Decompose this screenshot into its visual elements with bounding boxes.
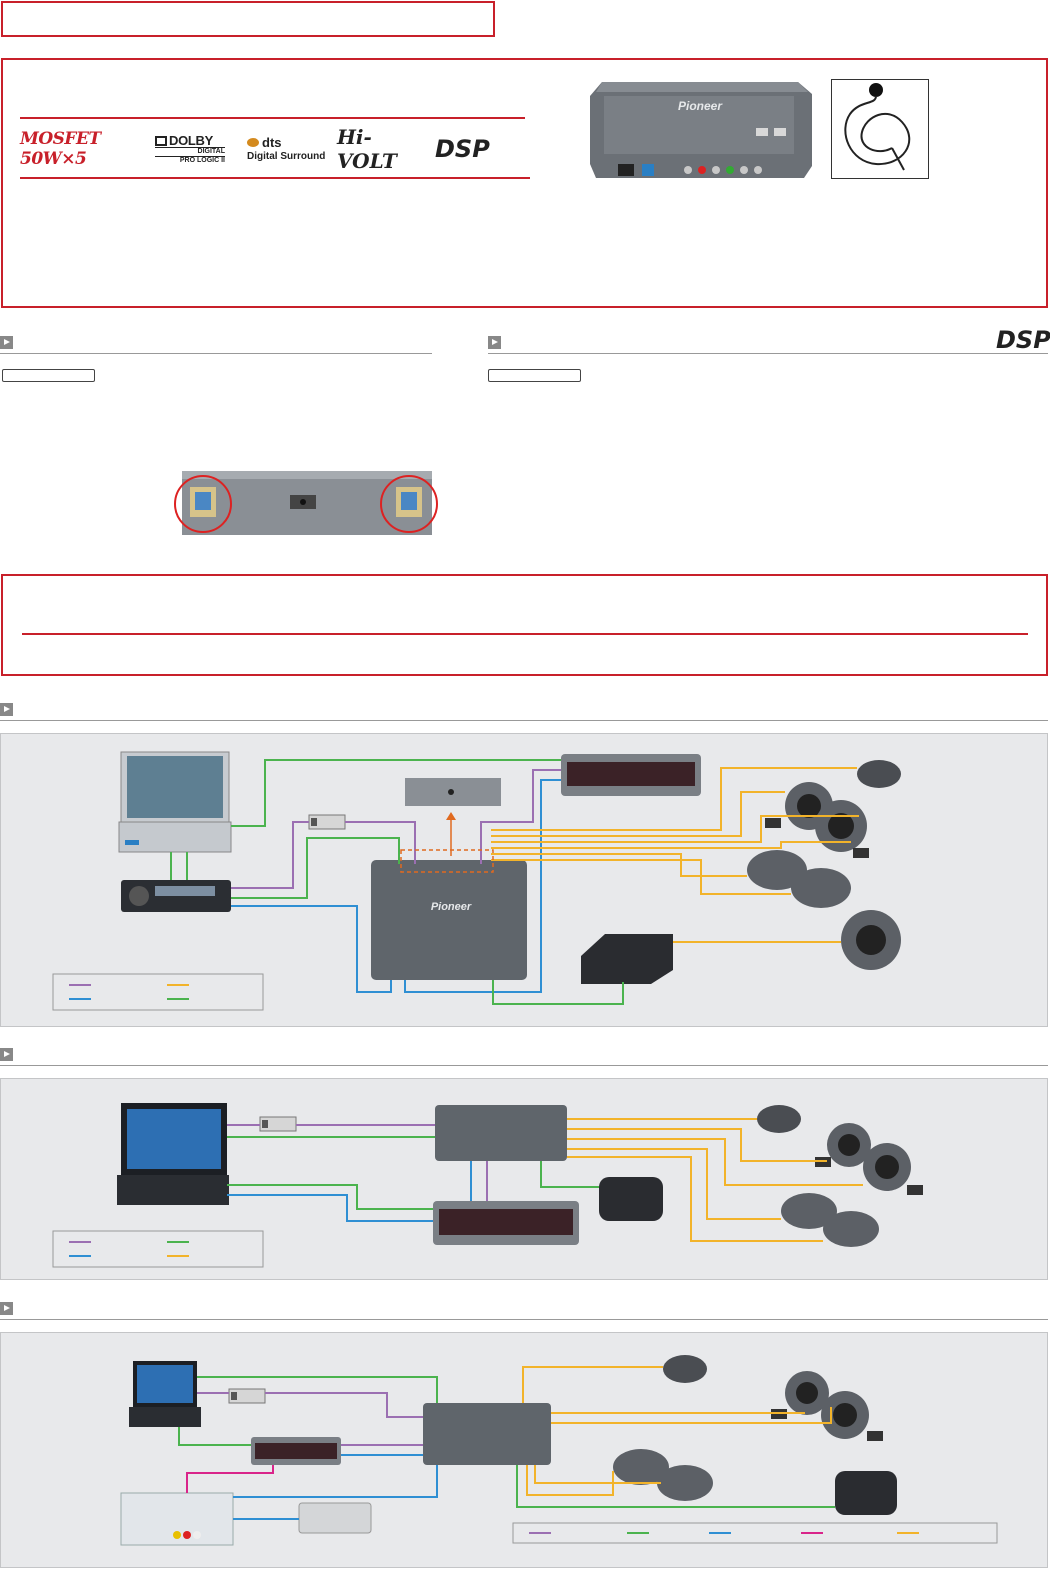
- monitor-headunit-image: [118, 751, 232, 853]
- dolby-plii: PRO LOGIC II: [179, 156, 225, 164]
- speakers-image: [599, 1105, 923, 1247]
- adapter-image: [308, 814, 346, 830]
- microphone-image-box: [831, 79, 929, 179]
- dts-logo: dts Digital Surround: [247, 134, 329, 162]
- system-intro-panel: [1, 574, 1048, 676]
- feature-logos: MOSFET 50W×5 DOLBY DIGITAL PRO LOGIC II …: [20, 125, 520, 173]
- diagram1-wiring: Pioneer: [52, 751, 901, 1011]
- processor-unit-image: [435, 1105, 567, 1161]
- processor-unit-image: [423, 1403, 551, 1465]
- diagram3-panel: [0, 1332, 1048, 1568]
- page-title-box: [1, 1, 495, 37]
- mosfet-logo: MOSFET 50W×5: [20, 129, 101, 169]
- diagram1-panel: Pioneer: [0, 733, 1048, 1027]
- diagram1-header: [0, 701, 1048, 721]
- dsp-badge: DSP: [996, 326, 1050, 354]
- play-arrow-icon: [0, 1048, 13, 1061]
- play-arrow-icon: [488, 336, 501, 349]
- hivolt-logo: Hi-VOLT: [337, 125, 397, 173]
- play-arrow-icon: [0, 1302, 13, 1315]
- processor-unit-image: Pioneer: [590, 82, 812, 178]
- display-unit-image: [561, 754, 701, 796]
- svg-text:Pioneer: Pioneer: [431, 901, 472, 913]
- dolby-logo: DOLBY DIGITAL PRO LOGIC II: [155, 134, 225, 164]
- section-header-right: [488, 334, 1048, 354]
- logo-rule-bottom: [20, 177, 530, 179]
- cd-changer-image: [298, 1502, 372, 1534]
- adapter-image: [228, 1388, 266, 1404]
- processor-unit-image: Pioneer: [371, 860, 527, 980]
- logo-rule-top: [20, 117, 525, 119]
- navigation-headunit-image: [117, 1103, 229, 1205]
- product-brand-mark: Pioneer: [678, 99, 723, 113]
- dolby-digital: DIGITAL: [155, 147, 225, 157]
- intro-rule: [22, 633, 1028, 635]
- dolby-brand: DOLBY: [169, 132, 214, 148]
- diagram3-header: [0, 1300, 1048, 1320]
- diagram2-header: [0, 1046, 1048, 1066]
- amplifier-image: [581, 934, 673, 984]
- diagram2-panel: [0, 1078, 1048, 1280]
- diagram2-wiring: [52, 1103, 923, 1268]
- adapter-image: [259, 1116, 297, 1132]
- play-arrow-icon: [0, 336, 13, 349]
- section-header-left: [0, 334, 432, 354]
- speakers-image: [613, 1355, 897, 1515]
- dts-sub: Digital Surround: [247, 150, 326, 162]
- connector-closeup-image: [174, 471, 438, 535]
- display-unit-image: [433, 1201, 579, 1245]
- microphone-icon: [844, 83, 911, 171]
- diagram3-wiring: [120, 1355, 998, 1546]
- section-tag-right: [488, 369, 581, 382]
- dsp-logo: DSP: [435, 135, 490, 163]
- section-tag-left: [2, 369, 95, 382]
- connector-module-image: [405, 778, 501, 806]
- play-arrow-icon: [0, 703, 13, 716]
- cd-headunit-image: [121, 880, 231, 912]
- navigation-headunit-image: [129, 1361, 201, 1427]
- tuner-box-image: [120, 1492, 234, 1546]
- dts-brand: dts: [262, 134, 282, 150]
- display-unit-image: [251, 1437, 341, 1465]
